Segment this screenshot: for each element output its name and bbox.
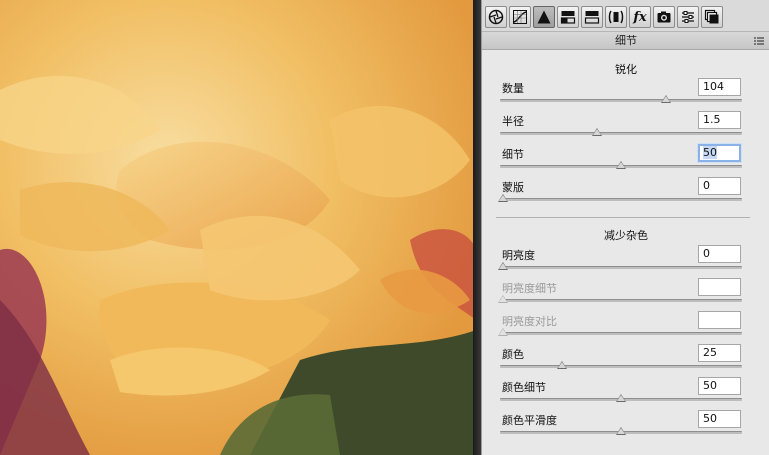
radius-label: 半径	[502, 115, 524, 128]
luminance-label: 明亮度	[502, 249, 535, 262]
detail-slider[interactable]	[500, 161, 742, 169]
noise-reduction-title: 减少杂色	[604, 229, 648, 242]
camera-calibration-tab[interactable]	[653, 6, 675, 28]
lens-corrections-icon	[608, 10, 624, 24]
fx-icon: fx	[633, 9, 647, 25]
panel-menu-icon[interactable]	[754, 37, 764, 45]
luminance-slider-thumb[interactable]	[498, 262, 508, 270]
color-detail-label: 颜色细节	[502, 381, 546, 394]
amount-label: 数量	[502, 82, 524, 95]
masking-slider-thumb[interactable]	[498, 194, 508, 202]
color-slider-thumb[interactable]	[557, 361, 567, 369]
presets-tab[interactable]	[677, 6, 699, 28]
amount-slider-thumb[interactable]	[660, 95, 671, 103]
masking-field[interactable]: 0	[698, 177, 741, 195]
radius-field[interactable]: 1.5	[698, 111, 741, 129]
panel-header: 细节	[482, 32, 769, 50]
color-smoothness-slider-thumb[interactable]	[616, 427, 626, 435]
luminance-contrast-field	[698, 311, 741, 329]
luminance-detail-label: 明亮度细节	[502, 282, 557, 295]
detail-triangle-icon	[537, 10, 551, 24]
photo-border	[473, 0, 481, 455]
presets-icon	[682, 11, 694, 23]
detail-label: 细节	[502, 148, 524, 161]
tone-curve-icon	[513, 10, 527, 24]
color-detail-slider-thumb[interactable]	[616, 394, 626, 402]
color-smoothness-slider[interactable]	[500, 427, 742, 435]
radius-slider[interactable]	[500, 128, 742, 136]
snapshots-icon	[704, 9, 719, 24]
tone-curve-tab[interactable]	[509, 6, 531, 28]
luminance-detail-field	[698, 278, 741, 296]
snapshots-tab[interactable]	[701, 6, 723, 28]
aperture-icon	[488, 9, 504, 25]
luminance-detail-slider	[498, 295, 742, 303]
detail-slider-thumb[interactable]	[616, 161, 626, 169]
color-detail-field[interactable]: 50	[698, 377, 741, 395]
sharpening-title: 锐化	[615, 63, 637, 76]
amount-slider[interactable]	[500, 95, 742, 103]
luminance-field[interactable]: 0	[698, 245, 741, 263]
color-slider[interactable]	[500, 361, 742, 369]
effects-tab[interactable]: fx	[629, 6, 651, 28]
color-smoothness-field[interactable]: 50	[698, 410, 741, 428]
split-toning-icon	[584, 11, 600, 24]
color-smoothness-label: 颜色平滑度	[502, 414, 557, 427]
luminance-contrast-slider	[498, 328, 742, 336]
basic-tab[interactable]	[485, 6, 507, 28]
split-toning-tab[interactable]	[581, 6, 603, 28]
luminance-contrast-slider-thumb	[498, 328, 508, 336]
amount-field[interactable]: 104	[698, 78, 741, 96]
section-divider	[496, 217, 750, 218]
flower-photo	[0, 0, 476, 455]
camera-calibration-icon	[657, 11, 671, 23]
color-detail-slider[interactable]	[500, 394, 742, 402]
radius-slider-thumb[interactable]	[592, 128, 603, 136]
lens-corrections-tab[interactable]	[605, 6, 627, 28]
photo-preview	[0, 0, 476, 455]
detail-tab[interactable]	[533, 6, 555, 28]
hsl-tab[interactable]	[557, 6, 579, 28]
hsl-icon	[560, 11, 576, 24]
panel-title: 细节	[615, 34, 637, 47]
masking-label: 蒙版	[502, 181, 524, 194]
color-label: 颜色	[502, 348, 524, 361]
luminance-detail-slider-thumb	[498, 295, 508, 303]
detail-panel: fx 细节 锐化 数量 104 半径 1.5 细节 50 蒙版 0 减少杂色 明…	[481, 0, 769, 455]
panel-toolbar: fx	[482, 0, 769, 32]
luminance-contrast-label: 明亮度对比	[502, 315, 557, 328]
luminance-slider[interactable]	[498, 262, 742, 270]
detail-field[interactable]: 50	[698, 144, 741, 162]
detail-field-value: 50	[703, 146, 717, 159]
color-field[interactable]: 25	[698, 344, 741, 362]
masking-slider[interactable]	[498, 194, 742, 202]
